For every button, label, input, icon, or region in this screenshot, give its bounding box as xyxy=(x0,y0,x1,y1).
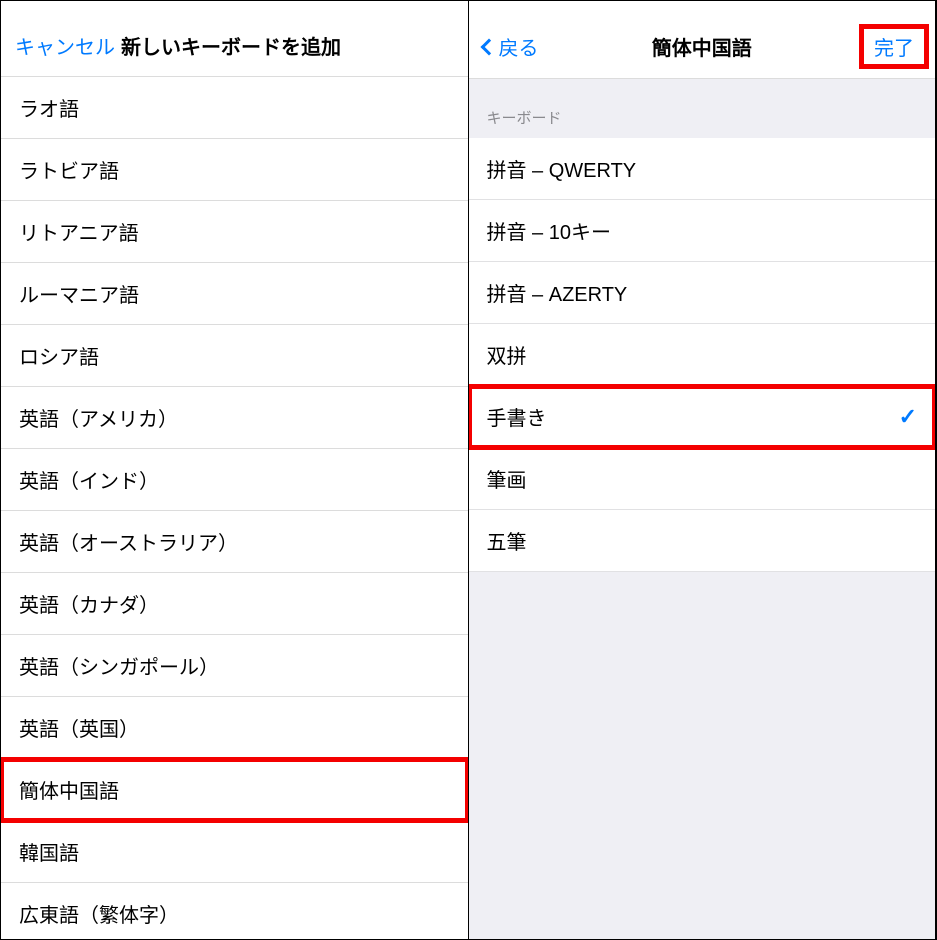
keyboard-option-label: 拼音 – AZERTY xyxy=(487,278,628,307)
status-bar xyxy=(1,1,468,19)
language-row[interactable]: ラトビア語 xyxy=(1,139,468,201)
keyboard-option-row[interactable]: 拼音 – AZERTY xyxy=(469,262,936,324)
keyboard-option-label: 筆画 xyxy=(487,464,527,493)
language-label: 韓国語 xyxy=(19,837,79,866)
language-list-scroll[interactable]: ラオ語ラトビア語リトアニア語ルーマニア語ロシア語英語（アメリカ） 英語（インド） 英… xyxy=(1,77,468,939)
language-row[interactable]: ルーマニア語 xyxy=(1,263,468,325)
navbar: キャンセル 新しいキーボードを追加 xyxy=(1,19,468,77)
language-row[interactable]: 簡体中国語 xyxy=(1,759,468,821)
keyboard-option-label: 五筆 xyxy=(487,526,527,555)
chevron-left-icon xyxy=(480,38,497,55)
cancel-button[interactable]: キャンセル xyxy=(15,31,115,60)
language-label: ラトビア語 xyxy=(19,155,119,184)
navbar: 戻る 簡体中国語 完了 xyxy=(469,19,936,79)
screen-keyboard-options: 戻る 簡体中国語 完了 キーボード 拼音 – QWERTY 拼音 – 10キー拼音… xyxy=(469,1,937,939)
language-row[interactable]: 英語（カナダ） xyxy=(1,573,468,635)
language-label: 英語（インド） xyxy=(19,465,159,494)
language-label: 英語（英国） xyxy=(19,713,139,742)
status-bar xyxy=(469,1,936,19)
keyboard-option-row[interactable]: 双拼 xyxy=(469,324,936,386)
keyboard-option-label: 拼音 – QWERTY xyxy=(487,154,637,183)
keyboard-option-row[interactable]: 拼音 – 10キー xyxy=(469,200,936,262)
keyboard-option-label: 拼音 – 10キー xyxy=(487,216,611,245)
language-label: 英語（カナダ） xyxy=(19,589,159,618)
language-label: ルーマニア語 xyxy=(19,279,139,308)
language-row[interactable]: 英語（インド） xyxy=(1,449,468,511)
keyboard-option-label: 双拼 xyxy=(487,340,527,369)
language-label: 英語（シンガポール） xyxy=(19,651,219,680)
language-row[interactable]: 広東語（繁体字） xyxy=(1,883,468,939)
screen-add-keyboard: キャンセル 新しいキーボードを追加 ラオ語ラトビア語リトアニア語ルーマニア語ロシ… xyxy=(1,1,469,939)
language-label: 英語（オーストラリア） xyxy=(19,527,238,556)
language-row[interactable]: 韓国語 xyxy=(1,821,468,883)
language-row[interactable]: ロシア語 xyxy=(1,325,468,387)
keyboard-option-row[interactable]: 拼音 – QWERTY xyxy=(469,138,936,200)
back-label: 戻る xyxy=(499,32,539,61)
language-row[interactable]: 英語（アメリカ） xyxy=(1,387,468,449)
language-row[interactable]: 英語（シンガポール） xyxy=(1,635,468,697)
page-title: 簡体中国語 xyxy=(573,32,832,61)
section-header-keyboard: キーボード xyxy=(469,79,936,138)
language-label: リトアニア語 xyxy=(19,217,139,246)
keyboard-option-row[interactable]: 手書き ✓ xyxy=(469,386,936,448)
language-label: ラオ語 xyxy=(19,93,79,122)
language-label: 英語（アメリカ） xyxy=(19,403,178,432)
language-row[interactable]: ラオ語 xyxy=(1,77,468,139)
language-row[interactable]: 英語（英国） xyxy=(1,697,468,759)
page-title: 新しいキーボードを追加 xyxy=(121,31,364,60)
language-label: ロシア語 xyxy=(19,341,99,370)
keyboard-options-scroll[interactable]: キーボード 拼音 – QWERTY 拼音 – 10キー拼音 – AZERTY 双拼手… xyxy=(469,79,936,939)
back-button[interactable]: 戻る xyxy=(483,32,539,61)
keyboard-option-row[interactable]: 五筆 xyxy=(469,510,936,572)
language-label: 広東語（繁体字） xyxy=(19,899,179,928)
keyboard-option-label: 手書き xyxy=(487,402,547,431)
language-row[interactable]: 英語（オーストラリア） xyxy=(1,511,468,573)
checkmark-icon: ✓ xyxy=(899,404,917,430)
language-row[interactable]: リトアニア語 xyxy=(1,201,468,263)
done-button[interactable]: 完了 xyxy=(859,24,929,69)
keyboard-option-row[interactable]: 筆画 xyxy=(469,448,936,510)
language-label: 簡体中国語 xyxy=(19,775,119,804)
